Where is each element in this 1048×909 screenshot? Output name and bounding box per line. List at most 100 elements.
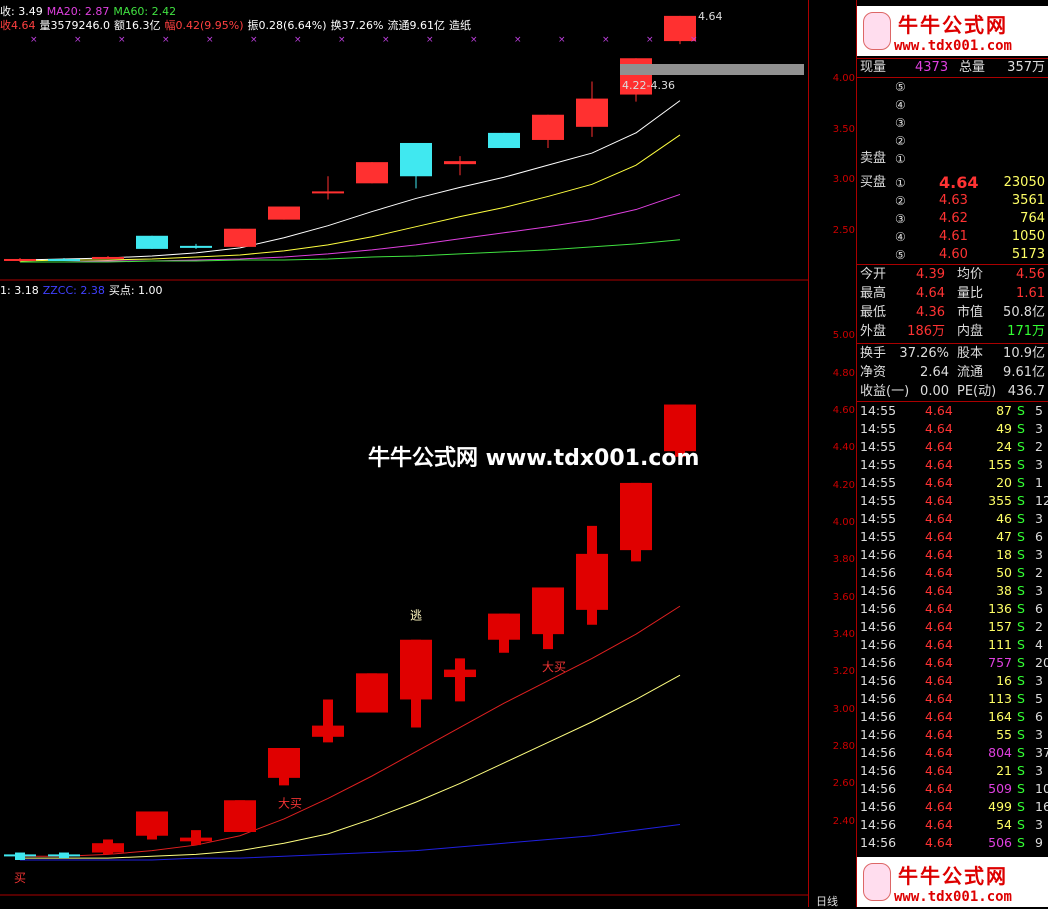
y-tick-1-10: 3.00	[832, 703, 855, 715]
tick-row: 14:55 4.64 46 S 3	[860, 511, 1043, 526]
line-1-2	[20, 824, 681, 861]
candle-body-1-0	[4, 854, 36, 857]
candle-body-0-8	[356, 162, 388, 184]
stat-row-3: 外盘 186万 内盘 171万	[860, 324, 1045, 339]
marker-7: ×	[338, 35, 346, 45]
stat2-row-0: 换手 37.26% 股本 10.9亿	[860, 346, 1045, 361]
stat-row-2: 最低 4.36 市值 50.8亿	[860, 305, 1045, 320]
marker-13: ×	[602, 35, 610, 45]
y-tick-1-5: 4.00	[832, 517, 855, 528]
sub-value-2: 买点: 1.00	[108, 284, 163, 297]
tick-row: 14:56 4.64 757 S 20	[860, 655, 1048, 670]
y-axis-panel: 4.00 3.50 3.00 2.50 5.00 4.80 4.60 4.40 4.20 4.00…	[808, 0, 857, 907]
line-0-2	[20, 193, 681, 263]
price-stat-3: 幅0.42(9.95%)	[164, 19, 244, 32]
marker-11: ×	[514, 35, 522, 45]
marker-1: ×	[74, 35, 82, 45]
y-tick-1-13: 2.40	[832, 815, 855, 827]
candle-body-0-13	[576, 98, 608, 127]
tick-row: 14:55 4.64 47 S 6	[860, 529, 1043, 544]
candle-body-1-6	[268, 748, 300, 778]
sub-value-1: ZZCC: 2.38	[42, 284, 105, 297]
tick-row: 14:56 4.64 499 S 16	[860, 799, 1048, 814]
tick-row: 14:56 4.64 16 S 3	[860, 673, 1043, 688]
candle-body-1-10	[444, 669, 476, 678]
y-tick-0-0: 4.00	[832, 73, 855, 85]
signal-2: 逃	[410, 609, 422, 623]
sell-level-5: ⑤	[895, 80, 906, 94]
tick-row: 14:56 4.64 164 S 6	[860, 709, 1043, 724]
tick-row: 14:55 4.64 355 S 12	[860, 493, 1048, 508]
candle-body-1-4	[180, 837, 212, 842]
sub-value-0: 1: 3.18	[0, 284, 39, 297]
y-tick-1-2: 4.60	[832, 405, 855, 416]
y-tick-0-2: 3.00	[832, 174, 855, 186]
tick-row: 14:56 4.64 136 S 6	[860, 601, 1043, 616]
marker-14: ×	[646, 35, 654, 45]
line-1-0	[20, 605, 681, 857]
logo-url: www.tdx001.com	[893, 37, 1012, 54]
candle-body-0-12	[532, 114, 564, 140]
logo-title: 牛牛公式网	[898, 12, 1008, 37]
candle-body-0-6	[268, 206, 300, 220]
candle-body-0-10	[444, 161, 476, 165]
line-1-1	[20, 674, 681, 859]
chart-area[interactable]: 4.64 4.22-4.36 × × × × × × × × × × × × × × × × 买大买逃大买 收: 3…	[0, 0, 808, 907]
tick-row: 14:56 4.64 804 S 37	[860, 745, 1048, 760]
price-stat-7: 造纸	[449, 19, 472, 32]
price-stat-5: 换37.26%	[330, 19, 384, 32]
cow-logo-icon	[863, 863, 891, 901]
candle-body-0-4	[180, 245, 212, 248]
y-tick-1-12: 2.60	[832, 778, 855, 790]
candle-body-0-7	[312, 191, 344, 194]
tick-row: 14:55 4.64 87 S 5	[860, 403, 1043, 418]
tick-row: 14:55 4.64 49 S 3	[860, 421, 1043, 436]
marker-0: ×	[30, 35, 38, 45]
marker-9: ×	[426, 35, 434, 45]
candle-body-1-12	[532, 587, 564, 635]
buy-level-5: ⑤ 4.60 5173	[895, 247, 1045, 262]
y-tick-0-3: 2.50	[832, 224, 855, 236]
marker-4: ×	[206, 35, 214, 45]
sub-indicator-line: 1: 3.18 ZZCC: 2.38 买点: 1.00	[0, 282, 167, 298]
candle-body-0-0	[4, 258, 36, 261]
price-stat-1: 量3579246.0	[39, 19, 111, 32]
candle-body-1-2	[92, 843, 124, 853]
stat2-row-2: 收益(一) 0.00 PE(动) 436.7	[860, 384, 1045, 399]
candle-body-1-14	[620, 482, 652, 551]
stat-row-0: 今开 4.39 均价 4.56	[860, 267, 1045, 282]
marker-8: ×	[382, 35, 390, 45]
tick-row: 14:56 4.64 38 S 3	[860, 583, 1043, 598]
candle-body-0-9	[400, 142, 432, 177]
tick-row: 14:56 4.64 55 S 3	[860, 727, 1043, 742]
tick-row: 14:56 4.64 157 S 2	[860, 619, 1043, 634]
tick-row: 14:56 4.64 54 S 3	[860, 817, 1043, 832]
y-tick-1-1: 4.80	[832, 367, 855, 379]
volume-row: 现量 4373 总量 357万	[860, 60, 1045, 75]
candle-body-0-1	[48, 258, 80, 261]
candle-body-0-3	[136, 235, 168, 249]
signal-1: 大买	[278, 796, 302, 810]
watermark: 牛牛公式网 www.tdx001.com	[368, 446, 700, 471]
buy-label: 买盘	[860, 175, 887, 190]
signal-3: 大买	[542, 660, 566, 674]
tick-row: 14:56 4.64 111 S 4	[860, 637, 1043, 652]
tick-row: 14:56 4.64 18 S 3	[860, 547, 1043, 562]
stat-row-1: 最高 4.64 量比 1.61	[860, 286, 1045, 301]
tick-row: 14:56 4.64 506 S 9	[860, 835, 1043, 850]
buy-level-2: ② 4.63 3561	[895, 193, 1045, 208]
price-info-line: 收4.64 量3579246.0 额16.3亿 幅0.42(9.95%) 振0.28(6…	[0, 17, 475, 33]
candle-body-1-13	[576, 553, 608, 610]
y-tick-1-11: 2.80	[832, 741, 855, 752]
price-stat-0: 收4.64	[0, 19, 36, 32]
y-tick-1-9: 3.20	[832, 666, 855, 678]
marker-12: ×	[558, 35, 566, 45]
candle-body-1-11	[488, 613, 520, 640]
buy-level-1: 买盘 ① 4.64 23050	[860, 173, 1045, 192]
candle-body-1-5	[224, 800, 256, 832]
candle-body-1-3	[136, 811, 168, 836]
tick-row: 14:55 4.64 24 S 2	[860, 439, 1043, 454]
signal-0: 买	[14, 871, 26, 885]
y-tick-1-3: 4.40	[832, 442, 855, 454]
annotation-high: 4.64	[698, 10, 723, 23]
